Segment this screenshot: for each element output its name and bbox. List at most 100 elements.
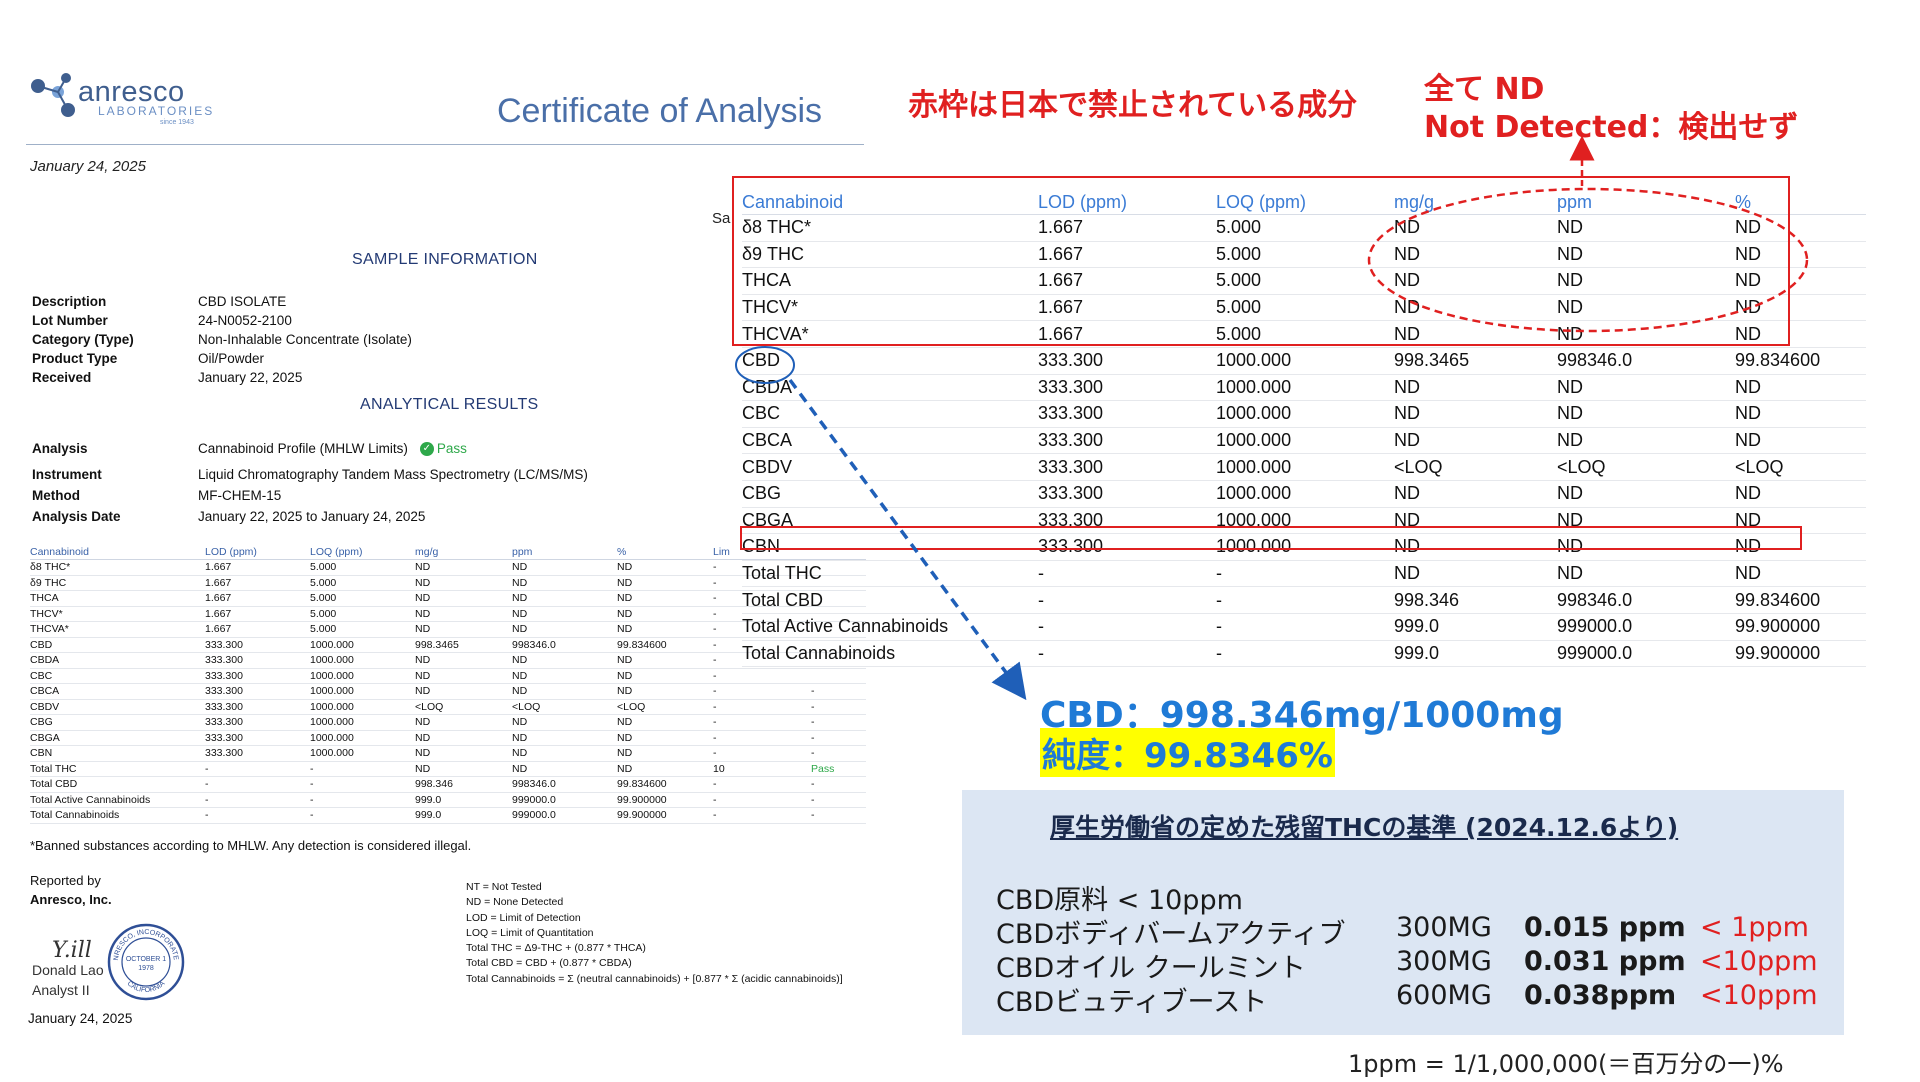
table-cell: CBCA bbox=[742, 427, 1038, 455]
table-row: δ8 THC* 1.667 5.000 ND ND ND - bbox=[30, 559, 866, 576]
table-cell: 5.000 bbox=[310, 621, 415, 638]
table-cell: 99.834600 bbox=[1735, 347, 1866, 375]
pass-badge: Pass bbox=[436, 441, 467, 456]
table-row: CBDV 333.300 1000.000 <LOQ <LOQ <LOQ - - bbox=[30, 699, 866, 715]
table-cell: - bbox=[205, 792, 310, 808]
table-cell: ND bbox=[512, 559, 617, 576]
table-cell: - bbox=[811, 714, 866, 731]
table-cell: - bbox=[1038, 586, 1216, 614]
table-cell: - bbox=[811, 745, 866, 762]
table-cell: CBD bbox=[30, 637, 205, 653]
certificate-date: January 24, 2025 bbox=[30, 158, 146, 175]
table-cell: 1000.000 bbox=[310, 745, 415, 762]
info-value: January 22, 2025 bbox=[198, 370, 303, 385]
table-cell: 333.300 bbox=[1038, 453, 1216, 481]
panel-row-value: 0.031 ppm bbox=[1524, 946, 1686, 977]
table-cell: <LOQ bbox=[1394, 453, 1557, 481]
table-cell: ND bbox=[1557, 480, 1735, 508]
abbreviation-legend: NT = Not Tested ND = None Detected LOD =… bbox=[466, 880, 843, 987]
table-cell: - bbox=[713, 792, 773, 808]
column-header: LOQ (ppm) bbox=[310, 545, 415, 560]
table-cell: - bbox=[1038, 560, 1216, 588]
table-cell: - bbox=[205, 807, 310, 824]
table-row: Total CBD - -998.346 998346.0 99.834600 bbox=[742, 586, 1866, 614]
table-cell: 1000.000 bbox=[1216, 427, 1394, 455]
table-row: CBG 333.300 1000.000 ND ND ND - - bbox=[30, 714, 866, 731]
legend-line: Total CBD = CBD + (0.877 * CBDA) bbox=[466, 957, 632, 970]
table-row: CBDV 333.300 1000.000 <LOQ <LOQ <LOQ bbox=[742, 453, 1866, 481]
header-divider bbox=[26, 144, 864, 145]
table-cell: - bbox=[310, 807, 415, 824]
table-cell: 1000.000 bbox=[1216, 347, 1394, 375]
table-cell: - bbox=[713, 668, 773, 684]
table-cell: - bbox=[713, 714, 773, 731]
table-cell: 99.900000 bbox=[1735, 640, 1866, 668]
table-cell: 1000.000 bbox=[310, 637, 415, 653]
table-cell: 999.0 bbox=[415, 807, 512, 824]
table-cell: - bbox=[1038, 613, 1216, 641]
check-icon: ✓ bbox=[419, 442, 434, 457]
table-cell: - bbox=[713, 699, 773, 715]
table-cell: ND bbox=[512, 590, 617, 607]
table-cell: Total Active Cannabinoids bbox=[742, 613, 1038, 641]
legend-line: NT = Not Tested bbox=[466, 881, 542, 893]
table-cell: - bbox=[205, 776, 310, 793]
panel-row-size: 300MG bbox=[1396, 912, 1492, 943]
table-cell: 1000.000 bbox=[310, 714, 415, 731]
panel-row-value: 0.015 ppm bbox=[1524, 912, 1686, 943]
table-cell: 1.667 bbox=[205, 590, 310, 607]
table-cell: <LOQ bbox=[1557, 453, 1735, 481]
table-cell bbox=[773, 730, 811, 746]
table-cell: - bbox=[811, 683, 866, 700]
table-cell: ND bbox=[1557, 400, 1735, 428]
panel-row-size: 300MG bbox=[1396, 946, 1492, 977]
table-cell: - bbox=[1216, 613, 1394, 641]
not-detected-caption: Not Detected：検出せず bbox=[1424, 110, 1799, 145]
info-value: Oil/Powder bbox=[198, 351, 265, 366]
info-value: Non-Inhalable Concentrate (Isolate) bbox=[198, 332, 412, 347]
table-cell: ND bbox=[415, 730, 512, 746]
table-cell: ND bbox=[512, 606, 617, 622]
table-cell: 10 bbox=[713, 761, 773, 777]
table-cell: ND bbox=[1557, 560, 1735, 588]
table-cell: 333.300 bbox=[1038, 374, 1216, 402]
table-cell: ND bbox=[415, 621, 512, 638]
table-cell: 998.346 bbox=[415, 776, 512, 793]
table-cell: 999.0 bbox=[1394, 613, 1557, 641]
table-cell: 99.834600 bbox=[617, 776, 713, 793]
legend-line: LOQ = Limit of Quantitation bbox=[466, 926, 594, 939]
table-cell: 998346.0 bbox=[512, 776, 617, 793]
analytical-results-heading: ANALYTICAL RESULTS bbox=[360, 396, 539, 413]
cbn-highlight-box bbox=[740, 526, 1802, 550]
purity-callout: 純度：99.8346% bbox=[1040, 728, 1335, 777]
table-cell: 5.000 bbox=[310, 559, 415, 576]
table-cell: ND bbox=[512, 761, 617, 777]
analysis-label: Analysis Date bbox=[32, 509, 121, 524]
table-cell: 1000.000 bbox=[310, 652, 415, 669]
table-row: CBN 333.300 1000.000 ND ND ND - - bbox=[30, 745, 866, 762]
analysis-value: MF-CHEM-15 bbox=[198, 488, 282, 503]
table-cell: ND bbox=[415, 559, 512, 576]
table-cell: 999.0 bbox=[1394, 640, 1557, 668]
table-row: Total Active Cannabinoids - -999.0 999000.0… bbox=[30, 792, 866, 808]
table-cell: 998.3465 bbox=[1394, 347, 1557, 375]
legend-line: ND = None Detected bbox=[466, 896, 564, 909]
table-cell: ND bbox=[415, 714, 512, 731]
nd-dashed-ellipse bbox=[1367, 187, 1809, 333]
table-cell: ND bbox=[617, 621, 713, 638]
table-cell: ND bbox=[512, 668, 617, 684]
table-cell bbox=[773, 668, 811, 684]
table-row: Total Cannabinoids - -999.0 999000.0 99.9000… bbox=[30, 807, 866, 824]
table-cell: 333.300 bbox=[205, 714, 310, 731]
table-row: Total THC - - ND ND ND bbox=[742, 560, 1866, 588]
table-cell: ND bbox=[415, 575, 512, 591]
svg-text:OCTOBER 1: OCTOBER 1 bbox=[126, 956, 166, 963]
table-cell: CBN bbox=[30, 745, 205, 762]
corporate-seal-icon: ANRESCO, INCORPORATED CALIFORNIA OCTOBER… bbox=[106, 922, 185, 1001]
analysis-value: January 22, 2025 to January 24, 2025 bbox=[198, 509, 426, 524]
analysis-label: Analysis bbox=[32, 441, 88, 456]
table-row: CBG 333.300 1000.000 ND ND ND bbox=[742, 480, 1866, 508]
table-cell: ND bbox=[617, 590, 713, 607]
table-cell: 5.000 bbox=[310, 575, 415, 591]
info-label: Received bbox=[32, 370, 92, 385]
